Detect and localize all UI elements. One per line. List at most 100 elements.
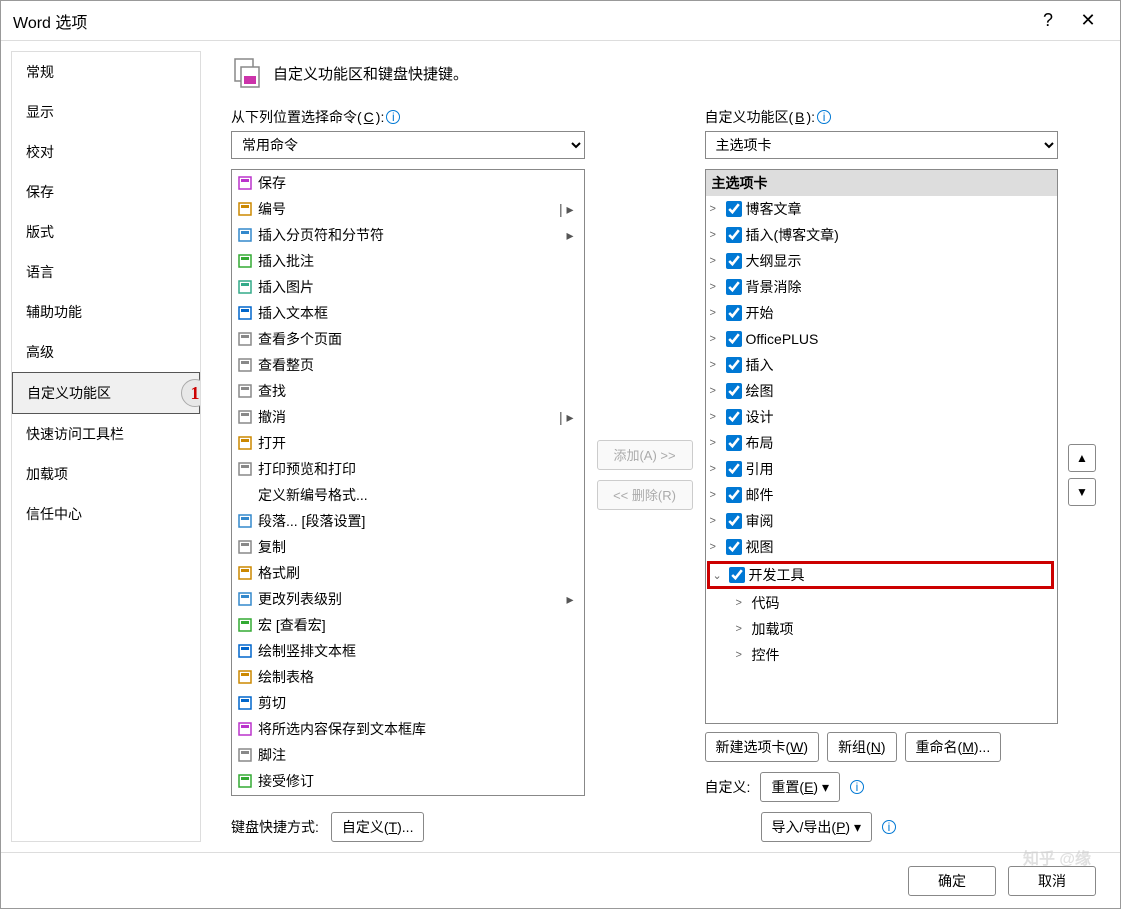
import-export-button[interactable]: 导入/导出(P) ▾ [761,812,873,842]
tab-checkbox[interactable] [726,513,742,529]
info-icon[interactable]: i [850,780,864,794]
ribbon-tab-item[interactable]: >OfficePLUS [706,326,1058,352]
command-item[interactable]: 复制 [232,534,584,560]
command-item[interactable]: 插入文本框 [232,300,584,326]
commands-listbox[interactable]: 保存编号| ▸插入分页符和分节符▸插入批注插入图片插入文本框查看多个页面查看整页… [231,169,585,796]
tab-checkbox[interactable] [726,227,742,243]
sidebar-item-1[interactable]: 显示 [12,92,200,132]
command-item[interactable]: 剪切 [232,690,584,716]
rename-button[interactable]: 重命名(M)... [905,732,1002,762]
tab-checkbox[interactable] [726,461,742,477]
command-item[interactable]: 绘制表格 [232,664,584,690]
ribbon-group-item[interactable]: >控件 [706,642,1058,668]
ribbon-tab-item[interactable]: >审阅 [706,508,1058,534]
sidebar-item-2[interactable]: 校对 [12,132,200,172]
move-up-button[interactable]: ▲ [1068,444,1096,472]
chevron-right-icon: > [710,276,722,298]
tab-checkbox[interactable] [726,253,742,269]
tab-checkbox[interactable] [726,383,742,399]
command-item[interactable]: 编号| ▸ [232,196,584,222]
move-down-button[interactable]: ▼ [1068,478,1096,506]
sidebar-item-10[interactable]: 加载项 [12,454,200,494]
ribbon-group-item[interactable]: >代码 [706,590,1058,616]
ribbon-tab-item[interactable]: >设计 [706,404,1058,430]
command-item[interactable]: 将所选内容保存到文本框库 [232,716,584,742]
formatpainter-icon [236,564,254,582]
close-button[interactable]: ✕ [1068,10,1108,31]
tab-checkbox[interactable] [726,539,742,555]
customize-keyboard-button[interactable]: 自定义(T)... [331,812,425,842]
tab-checkbox[interactable] [726,279,742,295]
ribbon-tab-item[interactable]: >博客文章 [706,196,1058,222]
remove-button[interactable]: << 删除(R) [597,480,693,510]
command-item[interactable]: 格式刷 [232,560,584,586]
command-item[interactable]: 查看整页 [232,352,584,378]
help-button[interactable]: ? [1028,10,1068,31]
ribbon-group-item[interactable]: >加载项 [706,616,1058,642]
command-item[interactable]: 插入批注 [232,248,584,274]
tab-checkbox[interactable] [726,201,742,217]
sidebar-item-4[interactable]: 版式 [12,212,200,252]
command-item[interactable]: 绘制竖排文本框 [232,638,584,664]
command-item[interactable]: 保存 [232,170,584,196]
choose-commands-combo[interactable]: 常用命令 [231,131,585,159]
tab-checkbox[interactable] [726,435,742,451]
command-item[interactable]: 宏 [查看宏] [232,612,584,638]
ribbon-tab-item[interactable]: >绘图 [706,378,1058,404]
add-button[interactable]: 添加(A) >> [597,440,693,470]
ribbon-tab-item[interactable]: >视图 [706,534,1058,560]
info-icon[interactable]: i [386,110,400,124]
ribbon-tree[interactable]: 主选项卡>博客文章>插入(博客文章)>大纲显示>背景消除>开始>OfficePL… [705,169,1059,724]
reset-button[interactable]: 重置(E) ▾ [760,772,840,802]
tab-checkbox[interactable] [726,305,742,321]
ribbon-tab-item[interactable]: >背景消除 [706,274,1058,300]
ribbon-tab-item[interactable]: >引用 [706,456,1058,482]
command-label: 定义新编号格式... [258,484,580,506]
tab-checkbox[interactable] [729,567,745,583]
sidebar-item-6[interactable]: 辅助功能 [12,292,200,332]
sidebar-item-7[interactable]: 高级 [12,332,200,372]
info-icon[interactable]: i [817,110,831,124]
command-item[interactable]: 接受修订 [232,768,584,794]
group-label: 控件 [752,644,1054,666]
tab-checkbox[interactable] [726,331,742,347]
command-item[interactable]: 查找 [232,378,584,404]
sidebar-item-0[interactable]: 常规 [12,52,200,92]
ribbon-tab-developer[interactable]: 2⌄开发工具 [706,560,1058,590]
command-item[interactable]: 查看多个页面 [232,326,584,352]
command-item[interactable]: 段落... [段落设置] [232,508,584,534]
ribbon-tab-item[interactable]: >大纲显示 [706,248,1058,274]
tab-checkbox[interactable] [726,357,742,373]
command-item[interactable]: 插入图片 [232,274,584,300]
ribbon-tab-item[interactable]: >布局 [706,430,1058,456]
columns: 从下列位置选择命令(C): i 常用命令 保存编号| ▸插入分页符和分节符▸插入… [231,107,1100,842]
sidebar-item-5[interactable]: 语言 [12,252,200,292]
chevron-down-icon: ⌄ [713,569,725,582]
ribbon-tab-item[interactable]: >邮件 [706,482,1058,508]
info-icon[interactable]: i [882,820,896,834]
ribbon-tab-item[interactable]: >插入 [706,352,1058,378]
sidebar-item-9[interactable]: 快速访问工具栏 [12,414,200,454]
cancel-button[interactable]: 取消 [1008,866,1096,896]
customize-ribbon-combo[interactable]: 主选项卡 [705,131,1059,159]
sidebar-item-3[interactable]: 保存 [12,172,200,212]
command-item[interactable]: 更改列表级别▸ [232,586,584,612]
sidebar-item-8[interactable]: 自定义功能区1 [12,372,200,414]
command-item[interactable]: 定义新编号格式... [232,482,584,508]
command-item[interactable]: 撤消| ▸ [232,404,584,430]
tab-checkbox[interactable] [726,409,742,425]
new-group-button[interactable]: 新组(N) [827,732,896,762]
ribbon-tab-item[interactable]: >开始 [706,300,1058,326]
ok-button[interactable]: 确定 [908,866,996,896]
tab-checkbox[interactable] [726,487,742,503]
command-label: 撤消 [258,406,555,428]
command-item[interactable]: 脚注 [232,742,584,768]
ribbon-tab-item[interactable]: >插入(博客文章) [706,222,1058,248]
command-item[interactable]: 插入分页符和分节符▸ [232,222,584,248]
chevron-right-icon: > [710,302,722,324]
chevron-right-icon: > [736,618,748,640]
command-item[interactable]: 打开 [232,430,584,456]
new-tab-button[interactable]: 新建选项卡(W) [705,732,820,762]
sidebar-item-11[interactable]: 信任中心 [12,494,200,534]
command-item[interactable]: 打印预览和打印 [232,456,584,482]
